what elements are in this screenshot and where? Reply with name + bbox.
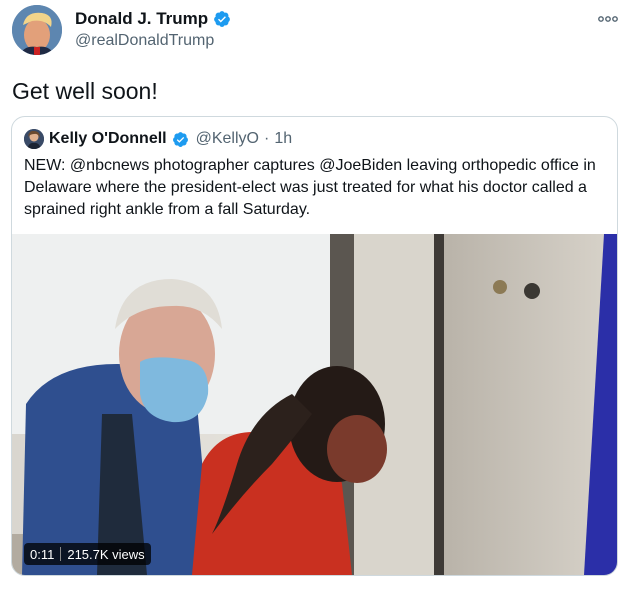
avatar[interactable] <box>12 5 62 55</box>
video-duration: 0:11 <box>30 546 55 562</box>
badge-divider <box>60 547 62 561</box>
separator-dot: · <box>263 130 270 147</box>
verified-badge-icon <box>172 131 188 147</box>
quoted-avatar[interactable] <box>24 129 44 149</box>
video-frame <box>12 234 617 575</box>
more-icon[interactable] <box>598 10 618 26</box>
video-views: 215.7K views <box>67 546 145 562</box>
quoted-handle[interactable]: @KellyO <box>196 130 259 148</box>
tweet-text: Get well soon! <box>12 78 158 104</box>
quoted-timestamp[interactable]: 1h <box>274 130 292 148</box>
video-stats-badge: 0:11 215.7K views <box>24 543 151 565</box>
author-handle[interactable]: @realDonaldTrump <box>75 32 214 50</box>
verified-badge-icon <box>214 11 231 27</box>
author-display-name[interactable]: Donald J. Trump <box>75 9 208 29</box>
author-name-row: Donald J. Trump <box>75 9 231 29</box>
quoted-tweet-header: Kelly O'Donnell @KellyO · 1h <box>24 129 292 149</box>
quoted-tweet-card[interactable]: Kelly O'Donnell @KellyO · 1h NEW: @nbcne… <box>11 116 618 576</box>
quoted-display-name[interactable]: Kelly O'Donnell <box>49 130 167 148</box>
video-player[interactable]: 0:11 215.7K views <box>12 234 617 575</box>
quoted-tweet-text: NEW: @nbcnews photographer captures @Joe… <box>24 157 596 218</box>
